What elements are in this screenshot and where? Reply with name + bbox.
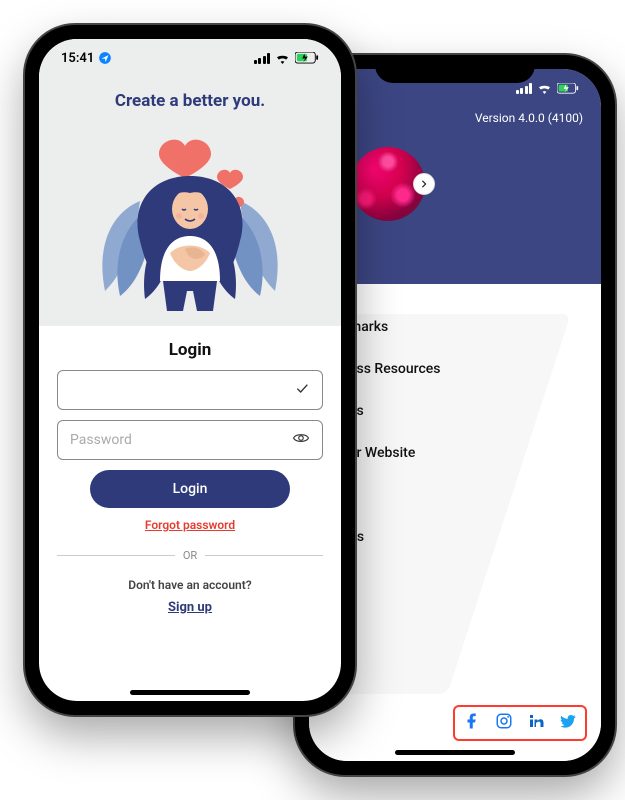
status-time: 15:41 — [61, 51, 94, 66]
wifi-icon — [275, 53, 290, 64]
login-heading: Login — [57, 340, 323, 360]
battery-icon — [295, 52, 319, 64]
password-field[interactable] — [70, 432, 292, 448]
login-button[interactable]: Login — [90, 470, 290, 508]
home-indicator — [395, 750, 515, 755]
password-field-wrap[interactable] — [57, 420, 323, 460]
check-icon — [294, 380, 310, 400]
instagram-icon[interactable] — [495, 712, 513, 734]
login-card: Login Login Forgot password OR Do — [39, 326, 341, 615]
wifi-icon — [537, 83, 552, 94]
no-account-text: Don't have an account? — [57, 578, 323, 592]
username-field[interactable] — [70, 382, 294, 398]
status-bar-front: 15:41 — [39, 39, 341, 77]
phone-front: 15:41 Create a better you. — [25, 25, 355, 715]
forgot-password-link[interactable]: Forgot password — [145, 518, 235, 532]
or-label: OR — [183, 549, 197, 562]
battery-icon — [557, 83, 579, 94]
screen-front: 15:41 Create a better you. — [39, 39, 341, 701]
version-label: Version 4.0.0 (4100) — [475, 111, 583, 125]
linkedin-icon[interactable] — [527, 712, 545, 734]
signal-icon — [516, 83, 533, 94]
avatar-next-button[interactable] — [413, 173, 435, 195]
signup-link[interactable]: Sign up — [168, 600, 212, 615]
location-icon — [98, 51, 112, 65]
eye-icon[interactable] — [292, 429, 310, 451]
hero-title: Create a better you. — [39, 91, 341, 111]
hero-illustration — [39, 121, 341, 316]
avatar-wrap — [351, 147, 425, 221]
or-divider: OR — [57, 549, 323, 562]
username-field-wrap[interactable] — [57, 370, 323, 410]
hero-section: Create a better you. — [39, 77, 341, 326]
twitter-icon[interactable] — [559, 712, 577, 734]
signal-icon — [254, 53, 271, 64]
facebook-icon[interactable] — [463, 712, 481, 734]
home-indicator — [130, 690, 250, 695]
social-row — [453, 705, 587, 741]
